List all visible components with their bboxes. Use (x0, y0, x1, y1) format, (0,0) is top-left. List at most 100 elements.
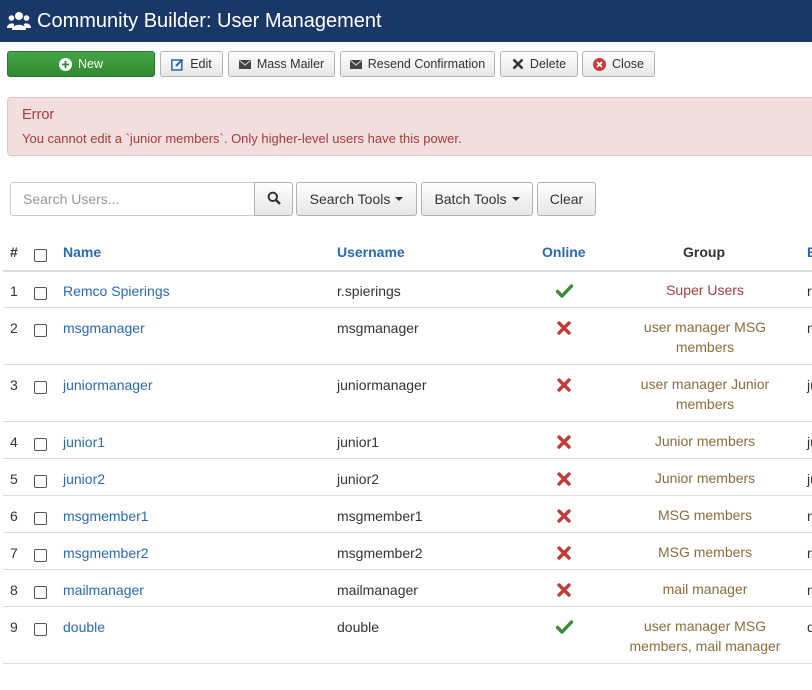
user-name-link[interactable]: Remco Spierings (63, 283, 170, 299)
plus-circle-icon (58, 57, 72, 71)
row-number: 4 (10, 434, 18, 450)
new-button[interactable]: New (7, 51, 155, 77)
row-checkbox[interactable] (34, 623, 47, 636)
row-checkbox[interactable] (34, 287, 47, 300)
offline-x-icon[interactable] (555, 319, 573, 337)
user-name-link[interactable]: junior1 (63, 434, 105, 450)
offline-x-icon[interactable] (555, 376, 573, 394)
online-check-icon[interactable] (555, 618, 573, 636)
new-label: New (77, 57, 103, 71)
group-line: mail manager (662, 581, 748, 597)
row-divider (3, 532, 812, 533)
users-icon (6, 8, 32, 34)
user-group: Super Users (620, 280, 790, 300)
page-header: Community Builder: User Management (0, 0, 812, 42)
row-checkbox[interactable] (34, 475, 47, 488)
offline-x-icon[interactable] (555, 581, 573, 599)
search-icon (267, 191, 281, 208)
search-tools-button[interactable]: Search Tools (296, 182, 417, 216)
row-number: 6 (10, 508, 18, 524)
column-header-username[interactable]: Username (337, 244, 405, 260)
cancel-circle-icon (593, 57, 607, 71)
clear-label: Clear (549, 191, 584, 207)
user-group: user manager Junior members (620, 374, 790, 414)
resend-confirmation-label: Resend Confirmation (367, 57, 486, 71)
search-tools-label: Search Tools (309, 191, 391, 207)
row-checkbox[interactable] (34, 549, 47, 562)
toolbar: New Edit Mass Mailer Resend Confirmation… (0, 51, 812, 77)
batch-tools-button[interactable]: Batch Tools (421, 182, 533, 216)
error-alert: Error You cannot edit a `junior members`… (7, 97, 812, 156)
column-header-name[interactable]: Name (63, 244, 101, 260)
envelope-icon (349, 59, 362, 69)
group-line: user manager MSG (643, 319, 767, 335)
group-line: MSG members (657, 507, 753, 523)
group-line: Super Users (666, 282, 744, 298)
delete-button[interactable]: Delete (500, 51, 578, 77)
row-number: 8 (10, 582, 18, 598)
close-button[interactable]: Close (582, 51, 655, 77)
user-name-link[interactable]: msgmember2 (63, 545, 149, 561)
row-edge-cell: n (807, 320, 812, 336)
offline-x-icon[interactable] (555, 470, 573, 488)
column-header-edge[interactable]: E (807, 244, 812, 260)
row-edge-cell: n (807, 582, 812, 598)
clear-button[interactable]: Clear (537, 182, 596, 216)
row-divider (3, 495, 812, 496)
user-group: user manager MSG members (620, 317, 790, 357)
mass-mailer-button[interactable]: Mass Mailer (228, 51, 335, 77)
resend-confirmation-button[interactable]: Resend Confirmation (340, 51, 495, 77)
row-divider (3, 458, 812, 459)
user-name-link[interactable]: msgmanager (63, 320, 145, 336)
row-edge-cell: n (807, 545, 812, 561)
column-header-online[interactable]: Online (542, 244, 586, 260)
username: junior1 (337, 434, 380, 450)
user-name-link[interactable]: junior2 (63, 471, 105, 487)
search-input[interactable] (10, 182, 255, 216)
page-title: Community Builder: User Management (37, 9, 382, 32)
user-group: Junior members (620, 431, 790, 451)
offline-x-icon[interactable] (555, 544, 573, 562)
batch-tools-label: Batch Tools (434, 191, 507, 207)
user-name-link[interactable]: mailmanager (63, 582, 144, 598)
select-all-checkbox[interactable] (34, 249, 47, 262)
row-divider (3, 307, 812, 308)
mass-mailer-label: Mass Mailer (256, 57, 325, 71)
row-number: 9 (10, 619, 18, 635)
username: mailmanager (337, 582, 418, 598)
user-name-link[interactable]: msgmember1 (63, 508, 149, 524)
offline-x-icon[interactable] (555, 433, 573, 451)
row-number: 2 (10, 320, 18, 336)
search-button[interactable] (254, 182, 293, 216)
group-line: user manager Junior (640, 376, 770, 392)
row-edge-cell: ju (807, 471, 812, 487)
row-number: 3 (10, 377, 18, 393)
column-header-group: Group (683, 244, 725, 260)
edit-button[interactable]: Edit (160, 51, 223, 77)
alert-heading: Error (22, 107, 55, 123)
close-label: Close (612, 57, 644, 71)
user-group: MSG members (620, 542, 790, 562)
username: msgmember2 (337, 545, 423, 561)
row-checkbox[interactable] (34, 438, 47, 451)
online-check-icon[interactable] (555, 282, 573, 300)
group-line: user manager MSG (643, 618, 767, 634)
group-line: MSG members (657, 544, 753, 560)
user-group: user manager MSG members, mail manager (629, 618, 781, 654)
row-checkbox[interactable] (34, 381, 47, 394)
group-line: members (675, 339, 735, 355)
offline-x-icon[interactable] (555, 507, 573, 525)
user-name-link[interactable]: double (63, 619, 105, 635)
column-header-num: # (10, 244, 18, 260)
row-checkbox[interactable] (34, 324, 47, 337)
user-name-link[interactable]: juniormanager (63, 377, 153, 393)
user-group: Junior members (620, 468, 790, 488)
delete-label: Delete (529, 57, 567, 71)
row-checkbox[interactable] (34, 586, 47, 599)
row-divider (3, 663, 812, 664)
row-checkbox[interactable] (34, 512, 47, 525)
username: msgmanager (337, 320, 419, 336)
edit-label: Edit (190, 57, 212, 71)
user-group: MSG members (620, 505, 790, 525)
row-edge-cell: d (807, 619, 812, 635)
